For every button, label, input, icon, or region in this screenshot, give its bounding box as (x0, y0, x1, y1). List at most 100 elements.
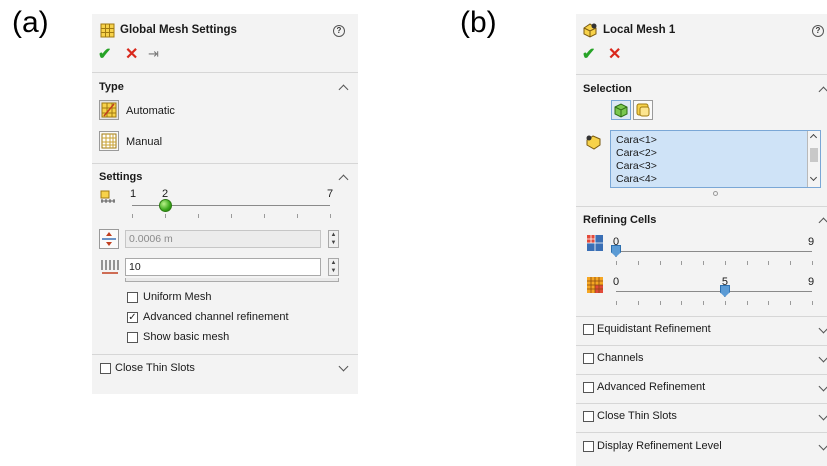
panel-title: Global Mesh Settings (120, 24, 237, 36)
slider-tick (198, 214, 199, 218)
divider (576, 206, 827, 207)
advanced-channel-checkbox[interactable]: ✓ (127, 312, 138, 323)
chevron-down-icon[interactable] (338, 361, 349, 372)
uniform-mesh-label: Uniform Mesh (143, 291, 212, 303)
pin-icon[interactable]: ⇥ (148, 46, 159, 62)
slider-tick (231, 214, 232, 218)
slider1-track[interactable] (616, 251, 812, 252)
divider (92, 163, 358, 164)
cells-field[interactable]: 10 (125, 258, 321, 276)
ok-button[interactable]: ✔ (98, 47, 111, 63)
chevron-down-icon[interactable] (818, 410, 827, 421)
select-component-icon[interactable] (611, 100, 631, 120)
chevron-down-icon[interactable] (818, 323, 827, 334)
scroll-down-icon[interactable] (809, 173, 818, 182)
close-thin-slots-label: Close Thin Slots (115, 362, 195, 374)
slider-tick (132, 214, 133, 218)
gap-size-field[interactable]: 0.0006 m (125, 230, 321, 248)
gap-size-spinner[interactable]: ▲ ▼ (328, 230, 339, 248)
level-icon (100, 190, 115, 203)
panel-title: Local Mesh 1 (603, 24, 676, 36)
close-thin-slots-label: Close Thin Slots (597, 410, 677, 422)
type-automatic-label[interactable]: Automatic (126, 105, 175, 117)
slider2-track[interactable] (616, 291, 812, 292)
slider-tick (746, 301, 748, 305)
display-level-checkbox[interactable] (583, 441, 594, 452)
channels-label: Channels (597, 352, 644, 364)
divider (576, 316, 827, 317)
slider-tick (724, 261, 726, 265)
automatic-icon[interactable] (99, 100, 119, 120)
slider-tick (812, 261, 813, 265)
divider (576, 345, 827, 346)
slider-tick (165, 214, 166, 218)
chevron-down-icon[interactable] (818, 352, 827, 363)
divider (576, 403, 827, 404)
slider1-thumb[interactable] (611, 245, 621, 257)
local-mesh-panel: Local Mesh 1 ? ✔ ✕ Selection Cara<1> Car… (576, 14, 827, 466)
slider-tick (768, 301, 770, 305)
select-face-icon[interactable] (633, 100, 653, 120)
ok-button[interactable]: ✔ (582, 47, 595, 63)
section-title-refining-cells: Refining Cells (583, 214, 657, 226)
fluid-cells-icon (587, 235, 603, 251)
resize-handle-icon[interactable] (713, 191, 718, 196)
slider-tick (681, 261, 683, 265)
slider-tick (659, 261, 661, 265)
chevron-down-icon[interactable] (818, 440, 827, 451)
list-item[interactable]: Cara<2> (616, 147, 657, 159)
cells-spinner[interactable]: ▲ ▼ (328, 258, 339, 276)
scroll-up-icon[interactable] (809, 133, 818, 142)
cells-range-bar (125, 278, 339, 282)
list-item[interactable]: Cara<1> (616, 134, 657, 146)
slider-tick (616, 261, 617, 265)
slider-tick (659, 301, 661, 305)
slider-tick (703, 301, 705, 305)
section-title-settings: Settings (99, 171, 143, 183)
selection-list[interactable]: Cara<1> Cara<2> Cara<3> Cara<4> (610, 130, 821, 188)
slider-tick (297, 214, 298, 218)
help-icon[interactable]: ? (333, 25, 345, 37)
solid-fluid-cells-icon (587, 277, 603, 293)
scrollbar-thumb[interactable] (810, 148, 818, 162)
show-basic-mesh-checkbox[interactable] (127, 332, 138, 343)
advanced-channel-label: Advanced channel refinement (143, 311, 289, 323)
slider1-max-label: 9 (808, 236, 815, 248)
equidistant-checkbox[interactable] (583, 324, 594, 335)
slider2-thumb[interactable] (719, 285, 730, 297)
level-slider-thumb[interactable] (158, 199, 172, 212)
slider-tick (768, 261, 770, 265)
slider-tick (616, 301, 617, 305)
slider-tick (637, 261, 639, 265)
divider (92, 72, 358, 73)
slider-tick (330, 214, 331, 218)
divider (576, 374, 827, 375)
slider-tick (724, 301, 726, 305)
chevron-up-icon[interactable] (818, 86, 827, 97)
close-thin-slots-checkbox[interactable] (100, 363, 111, 374)
chevron-up-icon[interactable] (818, 217, 827, 228)
manual-icon[interactable] (99, 131, 119, 151)
level-max-label: 7 (327, 188, 334, 200)
chevron-up-icon[interactable] (338, 174, 349, 185)
chevron-down-icon[interactable] (818, 381, 827, 392)
channels-checkbox[interactable] (583, 353, 594, 364)
uniform-mesh-checkbox[interactable] (127, 292, 138, 303)
slider-tick (790, 261, 792, 265)
help-icon[interactable]: ? (812, 25, 824, 37)
global-mesh-icon (100, 23, 115, 38)
cancel-button[interactable]: ✕ (608, 47, 621, 63)
cancel-button[interactable]: ✕ (125, 47, 138, 63)
slider-tick (812, 301, 813, 305)
cells-icon (101, 260, 119, 274)
list-item[interactable]: Cara<3> (616, 160, 657, 172)
selection-scrollbar[interactable] (807, 131, 820, 187)
close-thin-slots-checkbox[interactable] (583, 411, 594, 422)
type-manual-label[interactable]: Manual (126, 136, 162, 148)
divider (92, 354, 358, 355)
equidistant-label: Equidistant Refinement (597, 323, 711, 335)
chevron-up-icon[interactable] (338, 84, 349, 95)
advanced-refinement-checkbox[interactable] (583, 382, 594, 393)
list-item[interactable]: Cara<4> (616, 173, 657, 185)
slider2-min-label: 0 (613, 276, 620, 288)
